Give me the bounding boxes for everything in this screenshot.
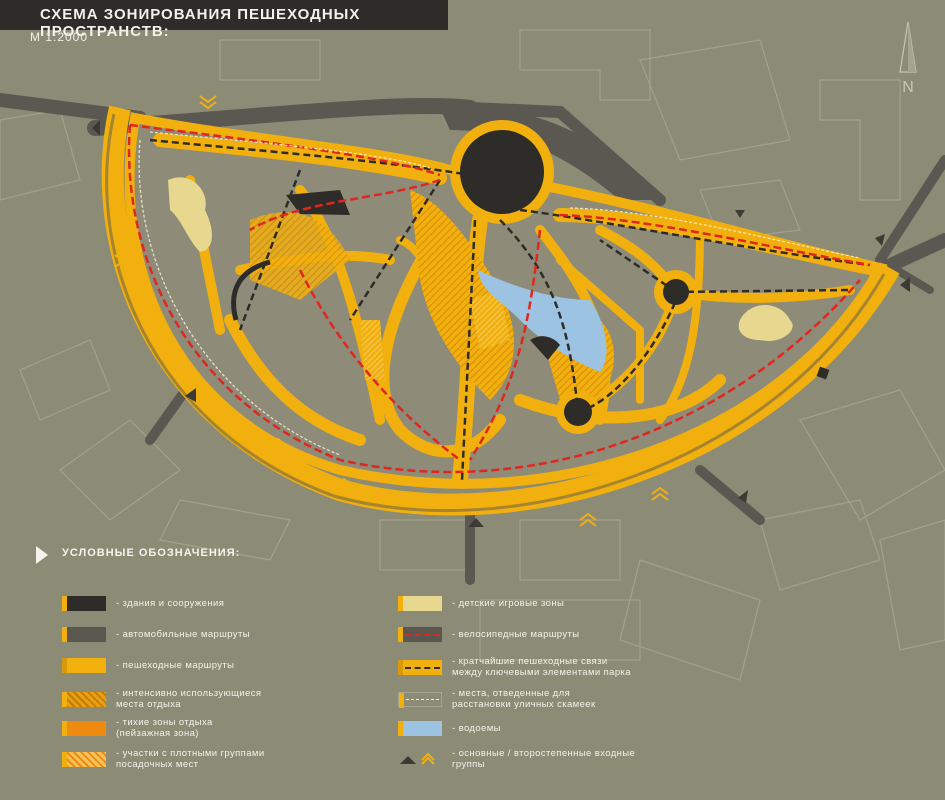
legend-item-roads: - автомобильные маршруты [62, 623, 250, 645]
park-zoning-map: N [0, 21, 945, 681]
benches-swatch [398, 691, 442, 708]
quiet-zone-swatch [62, 720, 106, 736]
main-entrance-icon [875, 234, 885, 246]
legend-item-water: - водоемы [398, 717, 501, 739]
buildings-swatch [62, 595, 106, 611]
legend-item-kids: - детские игровые зоны [398, 592, 564, 614]
secondary-entrance-icon [651, 486, 669, 501]
legend-item-benches: - места, отведенные для расстановки улич… [398, 688, 596, 710]
roads-swatch [62, 626, 106, 642]
bike-swatch [398, 626, 442, 642]
kids-swatch [398, 595, 442, 611]
north-label: N [902, 79, 914, 96]
legend-item-quiet-zone: - тихие зоны отдыха (пейзажная зона) [62, 717, 213, 739]
legend-title: УСЛОВНЫЕ ОБОЗНАЧЕНИЯ: [62, 547, 241, 559]
water-swatch [398, 720, 442, 736]
shortcut-swatch [398, 659, 442, 675]
entrance-swatch [398, 752, 442, 767]
planting-swatch [62, 751, 106, 767]
legend-item-entrance: - основные / второстепенные входные груп… [398, 748, 635, 770]
legend-arrow-icon [36, 546, 48, 564]
main-entrance-icon [735, 210, 745, 218]
legend-item-shortcut: - кратчайшие пешеходные связи между ключ… [398, 656, 631, 678]
legend-item-buildings: - здания и сооружения [62, 592, 224, 614]
legend-item-pedestrian: - пешеходные маршруты [62, 654, 234, 676]
pedestrian-swatch [62, 657, 106, 673]
legend-item-planting: - участки с плотными группами посадочных… [62, 748, 265, 770]
legend-item-active-rest: - интенсивно использующиеся места отдыха [62, 688, 261, 710]
active-rest-swatch [62, 691, 106, 707]
north-arrow-icon [899, 21, 917, 73]
central-building [460, 130, 544, 214]
legend-item-bike: - велосипедные маршруты [398, 623, 580, 645]
secondary-entrance-icon [199, 95, 217, 110]
